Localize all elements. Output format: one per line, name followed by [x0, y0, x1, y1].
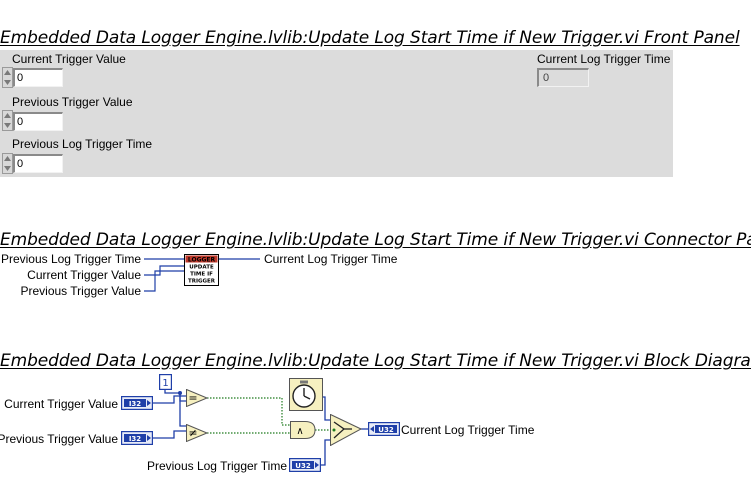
current-trigger-value-input[interactable]: 0 [13, 68, 63, 87]
previous-log-trigger-time-label: Previous Log Trigger Time [12, 137, 153, 151]
equal-symbol: = [188, 392, 197, 405]
numeric-constant-value: 1 [162, 378, 168, 389]
current-log-trigger-time-indicator: 0 [537, 68, 589, 87]
terminal-type-i32-2: I32 [129, 435, 141, 443]
vi-icon-line-4: TRIGGER [188, 279, 216, 285]
numeric-constant[interactable]: 1 [159, 374, 172, 390]
wire-junction-dot [178, 391, 182, 395]
connector-pane-wires [144, 258, 260, 292]
not-equal-node-icon[interactable]: ≠ [186, 424, 208, 442]
front-panel: Current Trigger Value 0 Previous Trigger… [0, 50, 673, 177]
terminal-type-i32-1: I32 [129, 400, 141, 408]
vi-icon-line-1: LOGGER [188, 257, 216, 264]
current-trigger-value-terminal[interactable]: I32 [121, 396, 153, 410]
current-trigger-value-spinner-icon[interactable] [2, 67, 13, 88]
terminal-type-u32-1: U32 [295, 462, 311, 470]
current-log-trigger-time-terminal[interactable]: U32 [368, 422, 400, 436]
front-panel-title: Embedded Data Logger Engine.lvlib:Update… [0, 28, 740, 48]
previous-trigger-value-input[interactable]: 0 [13, 112, 63, 131]
terminal-type-u32-2: U32 [378, 426, 394, 434]
vi-icon: LOGGER UPDATE TIME IF TRIGGER [184, 254, 219, 286]
equal-node-icon[interactable]: = [186, 389, 208, 407]
and-node-icon[interactable]: ∧ [290, 421, 316, 439]
current-log-trigger-time-label: Current Log Trigger Time [537, 52, 671, 66]
previous-log-trigger-time-spinner-icon[interactable] [2, 153, 13, 174]
previous-trigger-value-spinner-icon[interactable] [2, 110, 13, 131]
previous-trigger-value-terminal[interactable]: I32 [121, 431, 153, 445]
not-equal-symbol: ≠ [188, 427, 197, 440]
tick-count-clock-icon[interactable] [289, 378, 323, 411]
select-node-icon[interactable] [330, 414, 362, 446]
current-trigger-value-label: Current Trigger Value [12, 52, 126, 66]
previous-log-trigger-time-input[interactable]: 0 [13, 154, 63, 173]
vi-icon-line-2: UPDATE [189, 265, 214, 271]
previous-log-trigger-time-terminal[interactable]: U32 [289, 458, 321, 472]
previous-trigger-value-label: Previous Trigger Value [12, 95, 133, 109]
and-symbol: ∧ [296, 426, 303, 437]
connector-pane-title: Embedded Data Logger Engine.lvlib:Update… [0, 230, 751, 250]
vi-icon-line-3: TIME IF [190, 272, 213, 278]
